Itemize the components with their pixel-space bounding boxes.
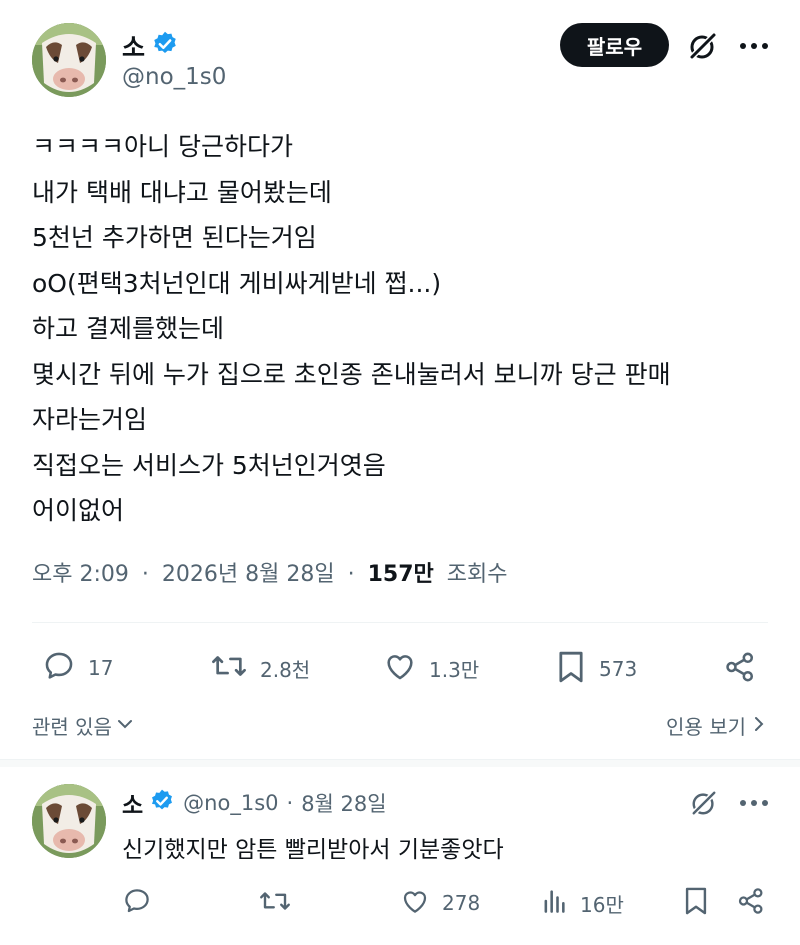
tweet-line: 내가 택배 대냐고 물어봤는데 — [32, 177, 332, 207]
tweet-line: oO(편택3처넌인대 게비싸게받네 쩝...) — [32, 268, 442, 298]
verified-badge-icon — [151, 30, 179, 62]
reply-handle[interactable]: @no_1s0 — [183, 791, 278, 815]
grok-icon[interactable] — [688, 787, 720, 819]
tweet-time[interactable]: 오후 2:09 — [32, 562, 129, 587]
meta-separator: · — [347, 562, 355, 587]
quotes-label: 인용 보기 — [666, 715, 746, 739]
reply-icon — [42, 649, 76, 687]
views-count: 157만 — [367, 562, 434, 587]
chevron-down-icon — [116, 714, 134, 738]
share-icon — [735, 886, 767, 920]
section-divider — [0, 759, 800, 767]
views-label: 조회수 — [446, 562, 508, 587]
retweet-count: 2.8천 — [260, 657, 311, 682]
heart-icon — [400, 886, 430, 920]
view-quotes-link[interactable]: 인용 보기 — [666, 711, 766, 740]
like-count: 1.3만 — [429, 657, 480, 682]
divider — [32, 622, 768, 623]
reply-separator: · — [286, 791, 294, 815]
grok-icon[interactable] — [686, 29, 720, 63]
author-handle[interactable]: @no_1s0 — [122, 64, 226, 90]
tweet-line: ㅋㅋㅋㅋ아니 당근하다가 — [32, 132, 293, 161]
reply-button[interactable]: 17 — [42, 649, 113, 687]
bookmark-button[interactable]: 573 — [555, 649, 637, 689]
reply-count: 17 — [88, 656, 114, 680]
more-options-icon[interactable] — [737, 790, 771, 816]
tweet-line: 몇시간 뒤에 누가 집으로 초인종 존내눌러서 보니까 당근 판매 — [32, 359, 671, 389]
reply-retweet-button[interactable] — [258, 886, 292, 920]
tweet-line: 5천넌 추가하면 된다는거임 — [32, 223, 317, 252]
reply-display-name[interactable]: 소 — [122, 786, 143, 820]
meta-separator: · — [141, 562, 149, 587]
reply-header: 소 @no_1s0 · 8월 28일 — [122, 786, 387, 820]
retweet-icon — [210, 649, 248, 687]
like-button[interactable]: 1.3만 — [383, 649, 479, 687]
tweet-line: 직접오는 서비스가 5처넌인거엿음 — [32, 450, 386, 480]
tweet-line: 자라는거임 — [32, 405, 148, 434]
reply-like-button[interactable]: 278 — [400, 886, 480, 920]
reply-date[interactable]: 8월 28일 — [301, 788, 386, 818]
heart-icon — [383, 649, 417, 687]
related-label: 관련 있음 — [32, 715, 112, 739]
reply-views-count: 16만 — [580, 892, 624, 917]
tweet-line: 어이없어 — [32, 496, 125, 525]
bookmark-icon — [555, 649, 587, 689]
author-display-name[interactable]: 소 — [122, 28, 145, 64]
tweet-line: 하고 결제를했는데 — [32, 314, 224, 343]
share-icon — [722, 650, 758, 688]
tweet-text: ㅋㅋㅋㅋ아니 당근하다가 내가 택배 대냐고 물어봤는데 5천넌 추가하면 된다… — [32, 124, 772, 534]
related-toggle[interactable]: 관련 있음 — [32, 711, 134, 740]
retweet-button[interactable]: 2.8천 — [210, 649, 310, 687]
reply-icon — [122, 886, 152, 920]
retweet-icon — [258, 886, 292, 920]
author-name-row: 소 — [122, 28, 179, 64]
reply-reply-button[interactable] — [122, 886, 152, 920]
reply-avatar[interactable] — [32, 784, 106, 858]
reply-text: 신기했지만 암튼 빨리받아서 기분좋앗다 — [122, 837, 504, 863]
follow-button[interactable]: 팔로우 — [560, 23, 669, 67]
analytics-icon — [540, 886, 568, 920]
bookmark-count: 573 — [599, 657, 638, 681]
reply-share-button[interactable] — [735, 886, 767, 920]
reply-views-button[interactable]: 16만 — [540, 886, 624, 920]
reply-like-count: 278 — [442, 891, 481, 915]
more-options-icon[interactable] — [737, 33, 771, 59]
chevron-right-icon — [752, 714, 766, 738]
tweet-date[interactable]: 2026년 8월 28일 — [162, 562, 335, 587]
avatar[interactable] — [32, 23, 106, 97]
verified-badge-icon — [149, 788, 175, 818]
reply-bookmark-button[interactable] — [682, 885, 710, 921]
tweet-meta: 오후 2:09 · 2026년 8월 28일 · 157만 조회수 — [32, 556, 507, 588]
share-button[interactable] — [722, 650, 758, 688]
bookmark-icon — [682, 885, 710, 921]
